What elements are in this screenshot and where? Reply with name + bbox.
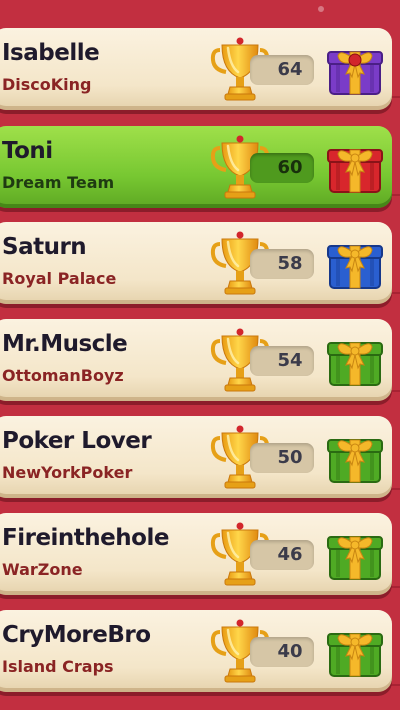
gift-box-icon[interactable] [326, 234, 384, 292]
trophy-score: 58 [277, 253, 303, 274]
player-name: Fireinthehole [2, 525, 169, 551]
trophy-score: 64 [277, 59, 303, 80]
sparkle-decoration [318, 6, 324, 12]
team-name: Royal Palace [2, 269, 117, 288]
leaderboard-row[interactable]: Saturn Royal Palace 58 [0, 222, 392, 304]
player-name: Toni [2, 138, 53, 164]
trophy-score: 46 [277, 544, 303, 565]
team-name: WarZone [2, 560, 83, 579]
player-name: Poker Lover [2, 428, 152, 454]
team-name: Dream Team [2, 173, 115, 192]
gift-box-icon[interactable] [326, 138, 384, 196]
trophy-score: 40 [277, 641, 303, 662]
gift-box-icon[interactable] [326, 525, 384, 583]
player-name: Isabelle [2, 40, 100, 66]
leaderboard-row[interactable]: Isabelle DiscoKing 64 [0, 28, 392, 110]
gift-box-icon[interactable] [326, 622, 384, 680]
leaderboard-row[interactable]: CryMoreBro Island Craps 40 [0, 610, 392, 692]
trophy-score: 60 [277, 157, 303, 178]
gift-box-icon[interactable] [326, 40, 384, 98]
team-name: Island Craps [2, 657, 114, 676]
gift-box-icon[interactable] [326, 331, 384, 389]
player-name: Saturn [2, 234, 87, 260]
player-name: Mr.Muscle [2, 331, 128, 357]
team-name: DiscoKing [2, 75, 92, 94]
trophy-score: 50 [277, 447, 303, 468]
leaderboard-row-current-player[interactable]: Toni Dream Team 60 [0, 126, 392, 208]
player-name: CryMoreBro [2, 622, 151, 648]
team-name: OttomanBoyz [2, 366, 124, 385]
leaderboard-row[interactable]: Mr.Muscle OttomanBoyz 54 [0, 319, 392, 401]
gift-box-icon[interactable] [326, 428, 384, 486]
leaderboard-row[interactable]: Fireinthehole WarZone 46 [0, 513, 392, 595]
trophy-score: 54 [277, 350, 303, 371]
leaderboard-row[interactable]: Poker Lover NewYorkPoker 50 [0, 416, 392, 498]
team-name: NewYorkPoker [2, 463, 133, 482]
